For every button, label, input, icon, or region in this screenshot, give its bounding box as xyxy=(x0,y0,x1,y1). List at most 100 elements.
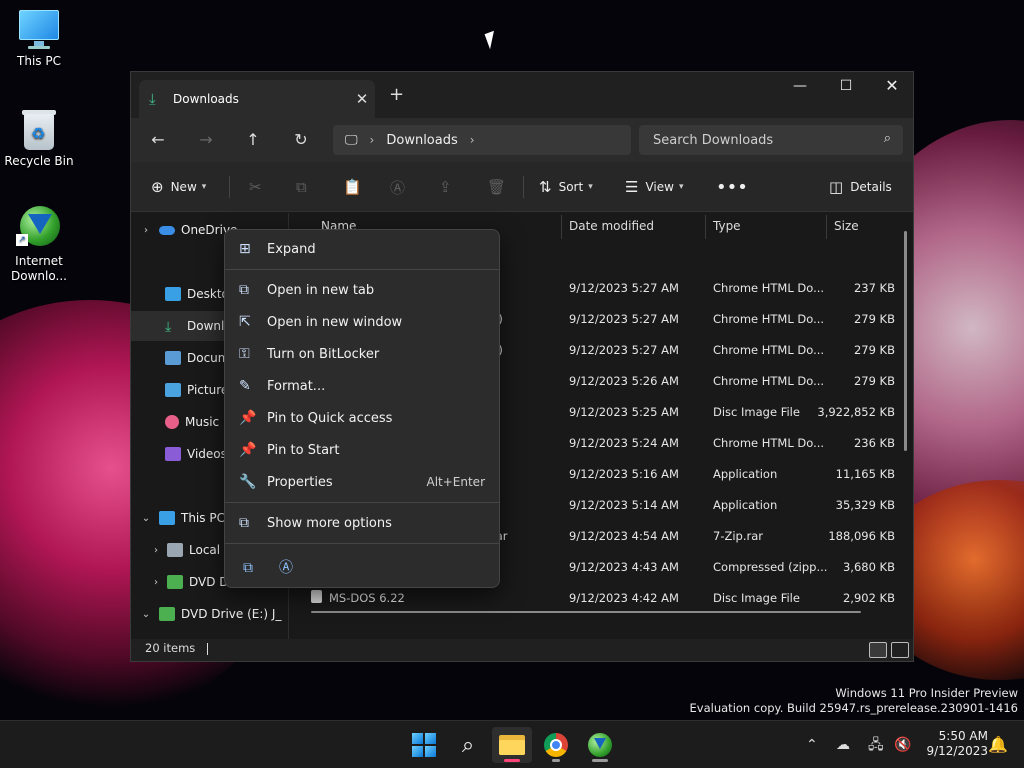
new-button[interactable]: ⊕ New ▾ xyxy=(151,174,206,200)
nav-label: Music xyxy=(185,415,220,429)
chevron-right-icon[interactable]: › xyxy=(149,577,163,588)
desktop-icon-recycle-bin[interactable]: ♻ Recycle Bin xyxy=(0,108,78,168)
vertical-scrollbar[interactable] xyxy=(904,231,907,451)
dvd-drive-icon xyxy=(167,575,183,589)
address-bar-row: ← → ↑ ↻ 🖵 › Downloads › Search Downloads… xyxy=(131,118,913,162)
tab-title: Downloads xyxy=(173,92,239,106)
maximize-button[interactable]: ☐ xyxy=(823,72,869,102)
open-window-icon: ⇱ xyxy=(239,314,251,330)
rename-icon[interactable]: Ⓐ xyxy=(390,174,405,200)
sort-button[interactable]: ⇅ Sort ▾ xyxy=(539,174,593,200)
forward-button[interactable]: → xyxy=(191,126,221,154)
details-button[interactable]: ◫ Details xyxy=(829,174,892,200)
column-header-size[interactable]: Size xyxy=(826,213,859,243)
menu-label: Show more options xyxy=(267,515,392,531)
status-bar: 20 items xyxy=(131,639,913,661)
file-size: 237 KB xyxy=(853,281,895,295)
idm-globe-icon xyxy=(588,733,612,757)
nav-item-dvd-e[interactable]: ⌄ DVD Drive (E:) J_ xyxy=(131,599,288,629)
item-count: 20 items xyxy=(145,641,196,655)
context-menu: ⊞ Expand ⧉ Open in new tab ⇱ Open in new wi… xyxy=(224,229,500,588)
details-view-button[interactable] xyxy=(869,642,887,658)
more-options-icon: ⧉ xyxy=(239,515,249,531)
wrench-icon: 🔧 xyxy=(239,474,257,490)
chevron-right-icon[interactable]: › xyxy=(149,545,163,556)
minimize-button[interactable]: — xyxy=(777,72,823,102)
view-list-icon: ☰ xyxy=(625,178,639,196)
menu-item-bitlocker[interactable]: ⚿ Turn on BitLocker xyxy=(229,339,497,369)
horizontal-scrollbar[interactable] xyxy=(311,611,861,613)
column-header-type[interactable]: Type xyxy=(705,213,741,243)
more-options-icon[interactable]: ••• xyxy=(716,174,748,200)
file-date: 9/12/2023 5:16 AM xyxy=(569,467,679,481)
volume-muted-icon[interactable]: 🔇 xyxy=(894,721,911,768)
network-icon[interactable]: 🖧 xyxy=(868,721,884,768)
taskbar-idm[interactable] xyxy=(580,727,620,763)
delete-icon[interactable]: 🗑 xyxy=(487,174,506,200)
title-bar: ⤓ Downloads ✕ + — ☐ ✕ xyxy=(131,72,913,118)
column-header-date[interactable]: Date modified xyxy=(561,213,654,243)
drive-icon xyxy=(167,543,183,557)
menu-item-properties[interactable]: 🔧 Properties Alt+Enter xyxy=(229,467,497,497)
search-icon: ⌕ xyxy=(883,131,891,146)
back-button[interactable]: ← xyxy=(143,126,173,154)
new-tab-icon: ⧉ xyxy=(239,282,249,298)
up-button[interactable]: ↑ xyxy=(238,126,268,154)
file-date: 9/12/2023 5:27 AM xyxy=(569,312,679,326)
bitlocker-icon: ⚿ xyxy=(239,346,250,362)
view-button[interactable]: ☰ View ▾ xyxy=(625,174,683,200)
search-input[interactable]: Search Downloads ⌕ xyxy=(639,125,903,155)
paste-icon[interactable]: 📋 xyxy=(343,174,362,200)
menu-item-show-more-options[interactable]: ⧉ Show more options xyxy=(229,508,497,538)
chevron-down-icon: ▾ xyxy=(678,182,684,192)
taskbar-file-explorer[interactable] xyxy=(492,727,532,763)
shortcut-label: Alt+Enter xyxy=(426,475,485,489)
menu-item-open-new-window[interactable]: ⇱ Open in new window xyxy=(229,307,497,337)
start-button[interactable] xyxy=(404,727,444,763)
download-arrow-icon: ⤓ xyxy=(149,90,156,108)
cloud-icon xyxy=(159,225,175,235)
chevron-right-icon[interactable]: › xyxy=(470,133,475,147)
close-tab-icon[interactable]: ✕ xyxy=(349,90,375,108)
share-icon[interactable]: ⇪ xyxy=(439,174,452,200)
menu-item-pin-start[interactable]: 📌 Pin to Start xyxy=(229,435,497,465)
menu-label: Open in new window xyxy=(267,314,403,330)
notification-bell-icon[interactable]: 🔔 xyxy=(988,735,1008,754)
copy-icon[interactable]: ⧉ xyxy=(296,174,307,200)
file-type: 7-Zip.rar xyxy=(713,529,763,543)
cut-icon[interactable]: ✂ xyxy=(249,174,262,200)
file-date: 9/12/2023 5:25 AM xyxy=(569,405,679,419)
file-type: Compressed (zipp... xyxy=(713,560,828,574)
taskbar-chrome[interactable] xyxy=(536,727,576,763)
menu-item-format[interactable]: ✎ Format... xyxy=(229,371,497,401)
tiles-view-button[interactable] xyxy=(891,642,909,658)
chevron-up-icon[interactable]: ⌃ xyxy=(806,721,818,768)
refresh-button[interactable]: ↻ xyxy=(286,126,316,154)
file-type: Chrome HTML Do... xyxy=(713,374,825,388)
new-tab-button[interactable]: + xyxy=(389,84,404,105)
breadcrumb-downloads[interactable]: Downloads xyxy=(386,133,457,148)
chevron-right-icon: › xyxy=(369,133,375,147)
expand-icon: ⊞ xyxy=(239,241,251,257)
sort-icon: ⇅ xyxy=(539,178,552,196)
onedrive-cloud-icon[interactable]: ☁ xyxy=(836,721,850,768)
view-label: View xyxy=(645,180,674,194)
search-placeholder: Search Downloads xyxy=(653,132,774,148)
chevron-down-icon[interactable]: ⌄ xyxy=(139,513,153,524)
desktop-icon-idm[interactable]: ↗ Internet Downlo... xyxy=(0,204,78,284)
menu-item-expand[interactable]: ⊞ Expand xyxy=(229,234,497,264)
close-window-button[interactable]: ✕ xyxy=(869,72,915,102)
desktop-icon-label: This PC xyxy=(17,54,61,68)
chevron-down-icon[interactable]: ⌄ xyxy=(139,609,153,620)
chevron-right-icon[interactable]: › xyxy=(139,225,153,236)
copy-icon[interactable]: ⧉ xyxy=(235,555,261,581)
menu-item-pin-quick-access[interactable]: 📌 Pin to Quick access xyxy=(229,403,497,433)
address-bar[interactable]: 🖵 › Downloads › xyxy=(333,125,631,155)
search-icon[interactable]: ⌕ xyxy=(448,727,488,763)
desktop-icon-this-pc[interactable]: This PC xyxy=(0,10,78,68)
menu-item-open-new-tab[interactable]: ⧉ Open in new tab xyxy=(229,275,497,305)
chevron-down-icon: ▾ xyxy=(588,182,593,192)
tab-downloads[interactable]: ⤓ Downloads ✕ xyxy=(139,80,375,118)
system-clock[interactable]: 5:50 AM 9/12/2023 xyxy=(920,729,988,759)
rename-icon[interactable]: Ⓐ xyxy=(273,555,299,581)
